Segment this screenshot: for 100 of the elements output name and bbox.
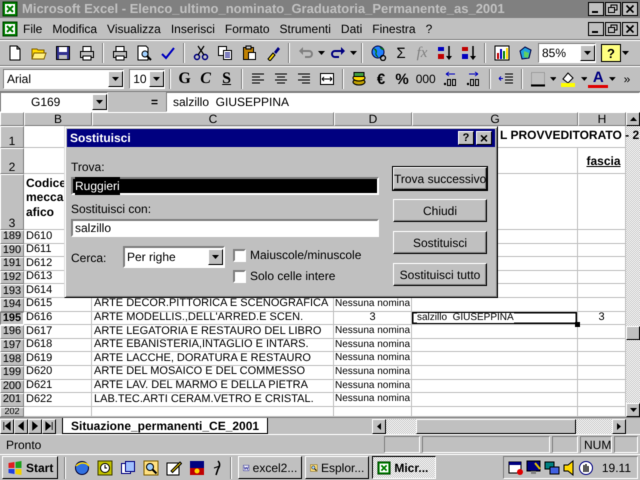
globe-icon[interactable] (370, 45, 386, 61)
menu-item[interactable]: Visualizza (102, 20, 166, 38)
caret-icon[interactable] (584, 51, 591, 55)
thousands-button[interactable]: 000 (413, 68, 438, 90)
first-sheet-icon[interactable] (3, 421, 11, 431)
close-button[interactable]: × (476, 131, 492, 145)
row-header[interactable]: 1 (0, 126, 24, 148)
font-color-button[interactable]: A (588, 70, 608, 88)
column-header[interactable]: C (92, 112, 334, 126)
decrease-decimal-icon[interactable] (465, 71, 482, 87)
row-header[interactable]: 194 (0, 298, 24, 312)
row-header[interactable]: 189 (0, 230, 24, 244)
dialog-button[interactable]: Trova successivo (393, 167, 487, 190)
caret-icon[interactable] (609, 77, 616, 81)
underline-button[interactable]: S (216, 68, 237, 90)
scroll-right-button[interactable] (612, 418, 626, 434)
checkbox[interactable] (233, 270, 246, 282)
previous-sheet-icon[interactable] (17, 421, 25, 431)
clock-icon[interactable] (97, 460, 114, 476)
scroll-up-button[interactable] (626, 112, 640, 126)
hand-icon[interactable] (578, 460, 594, 476)
autosum-button[interactable]: Σ (391, 42, 411, 64)
redo-icon[interactable] (330, 45, 346, 61)
formula-input[interactable]: salzillo GIUSEPPINA (166, 92, 640, 112)
checkbox[interactable] (233, 248, 246, 262)
dialog-button[interactable]: Chiudi (393, 199, 487, 222)
shapes-icon[interactable] (518, 45, 534, 61)
help-button[interactable]: ? (458, 131, 474, 145)
input-field[interactable]: salzillo (71, 219, 379, 237)
speaker-icon[interactable] (562, 460, 576, 476)
sort-ascending-icon[interactable] (436, 45, 452, 61)
column-header[interactable]: H (578, 112, 626, 126)
sort-descending-icon[interactable] (460, 45, 476, 61)
pencil-icon[interactable] (166, 460, 182, 476)
menu-item[interactable]: Formato (220, 20, 275, 38)
quill-icon[interactable] (212, 460, 222, 476)
font-dropdown[interactable]: Arial (3, 69, 124, 89)
caret-icon[interactable] (318, 51, 325, 55)
magnifier-icon[interactable] (143, 460, 160, 476)
row-header[interactable]: 197 (0, 338, 24, 352)
brush-icon[interactable] (264, 45, 280, 61)
row-header[interactable]: 3 (0, 174, 24, 230)
spreadsheet-icon[interactable] (2, 20, 18, 36)
menu-item[interactable]: File (18, 20, 48, 38)
caret-icon[interactable] (152, 77, 160, 81)
row-header[interactable]: 195 (0, 312, 24, 326)
row-header[interactable]: 2 (0, 148, 24, 174)
paste-icon[interactable] (240, 45, 256, 61)
select-all-button[interactable] (0, 112, 24, 126)
restore-icon[interactable] (605, 22, 621, 36)
printer-icon[interactable] (78, 45, 94, 61)
menu-item[interactable]: Dati (336, 20, 368, 38)
taskbar-button[interactable]: Esplor... (305, 456, 370, 479)
monitor-icon[interactable] (526, 460, 542, 476)
next-sheet-icon[interactable] (31, 421, 39, 431)
scroll-left-button[interactable] (372, 418, 386, 434)
menu-item[interactable]: ? (420, 20, 438, 38)
italic-button[interactable]: C (196, 68, 216, 90)
minimize-icon[interactable] (588, 2, 604, 16)
network-icon[interactable] (544, 460, 560, 476)
globe-icon[interactable] (74, 460, 90, 476)
close-icon[interactable] (622, 2, 638, 16)
copy-icon[interactable] (216, 45, 232, 61)
help-button[interactable]: ? (601, 44, 621, 62)
more-button[interactable]: » (616, 68, 637, 90)
input-field[interactable]: Ruggieri (71, 177, 379, 195)
taskbar-button[interactable]: Micr... (372, 456, 436, 479)
coins-icon[interactable] (351, 71, 368, 87)
menu-item[interactable]: Finestra (367, 20, 421, 38)
documents-icon[interactable] (120, 460, 136, 476)
bold-button[interactable]: G (174, 68, 195, 90)
row-header[interactable]: 202 (0, 406, 24, 417)
column-header[interactable]: B (24, 112, 92, 126)
dialog-button[interactable]: Sostituisci (393, 231, 487, 254)
fill-color-icon[interactable] (560, 71, 576, 87)
increase-decimal-icon[interactable] (442, 71, 458, 87)
row-header[interactable]: 201 (0, 393, 24, 407)
percent-button[interactable]: % (392, 68, 412, 90)
media-icon[interactable] (189, 460, 206, 476)
euro-button[interactable]: € (371, 68, 392, 90)
row-header[interactable]: 193 (0, 284, 24, 298)
caret-icon[interactable] (622, 51, 629, 55)
sheet-tab[interactable]: Situazione_permanenti_CE_2001 (62, 418, 268, 434)
scroll-thumb[interactable] (626, 326, 640, 340)
row-header[interactable]: 192 (0, 270, 24, 284)
start-button[interactable]: Start (2, 456, 58, 479)
caret-icon[interactable] (96, 100, 103, 104)
name-box[interactable]: G169 (0, 92, 108, 112)
chart-icon[interactable] (494, 45, 510, 61)
menu-item[interactable]: Inserisci (166, 20, 220, 38)
checkmark-icon[interactable] (160, 45, 176, 61)
minimize-icon[interactable] (588, 22, 604, 36)
menu-item[interactable]: Modifica (47, 20, 102, 38)
menu-item[interactable]: Strumenti (274, 20, 336, 38)
new-document-icon[interactable] (6, 45, 22, 61)
last-sheet-icon[interactable] (45, 421, 53, 431)
save-icon[interactable] (54, 45, 70, 61)
column-header[interactable]: D (334, 112, 412, 126)
row-header[interactable]: 200 (0, 380, 24, 394)
row-header[interactable]: 199 (0, 366, 24, 380)
